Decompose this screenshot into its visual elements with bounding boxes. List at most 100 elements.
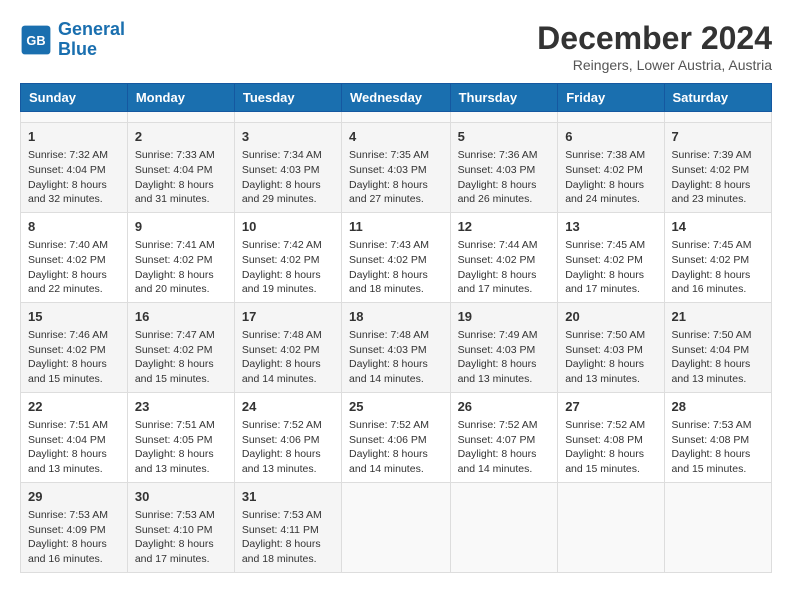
day-number: 25 — [349, 398, 443, 416]
day-number: 6 — [565, 128, 656, 146]
calendar-cell: 15Sunrise: 7:46 AMSunset: 4:02 PMDayligh… — [21, 302, 128, 392]
daylight-text: Daylight: 8 hours and 13 minutes. — [135, 448, 214, 475]
daylight-text: Daylight: 8 hours and 13 minutes. — [565, 358, 644, 385]
sunset-text: Sunset: 4:04 PM — [28, 164, 106, 176]
month-title: December 2024 — [537, 20, 772, 57]
calendar-cell: 22Sunrise: 7:51 AMSunset: 4:04 PMDayligh… — [21, 392, 128, 482]
daylight-text: Daylight: 8 hours and 14 minutes. — [349, 358, 428, 385]
calendar-cell — [127, 112, 234, 123]
day-number: 12 — [458, 218, 551, 236]
logo-icon: GB — [20, 24, 52, 56]
calendar-week-row: 15Sunrise: 7:46 AMSunset: 4:02 PMDayligh… — [21, 302, 772, 392]
sunset-text: Sunset: 4:02 PM — [242, 254, 320, 266]
day-number: 1 — [28, 128, 120, 146]
calendar-cell — [342, 112, 451, 123]
calendar-cell — [450, 112, 558, 123]
calendar-cell: 9Sunrise: 7:41 AMSunset: 4:02 PMDaylight… — [127, 212, 234, 302]
calendar-cell: 24Sunrise: 7:52 AMSunset: 4:06 PMDayligh… — [234, 392, 341, 482]
sunrise-text: Sunrise: 7:45 AM — [565, 239, 645, 251]
day-number: 13 — [565, 218, 656, 236]
daylight-text: Daylight: 8 hours and 13 minutes. — [242, 448, 321, 475]
day-number: 2 — [135, 128, 227, 146]
day-number: 3 — [242, 128, 334, 146]
logo-text: General Blue — [58, 20, 125, 60]
sunrise-text: Sunrise: 7:50 AM — [565, 329, 645, 341]
sunrise-text: Sunrise: 7:38 AM — [565, 149, 645, 161]
day-header-wednesday: Wednesday — [342, 84, 451, 112]
sunrise-text: Sunrise: 7:42 AM — [242, 239, 322, 251]
day-number: 19 — [458, 308, 551, 326]
day-number: 18 — [349, 308, 443, 326]
svg-text:GB: GB — [26, 33, 45, 48]
calendar-cell: 5Sunrise: 7:36 AMSunset: 4:03 PMDaylight… — [450, 123, 558, 213]
daylight-text: Daylight: 8 hours and 13 minutes. — [672, 358, 751, 385]
day-number: 23 — [135, 398, 227, 416]
sunset-text: Sunset: 4:02 PM — [28, 344, 106, 356]
sunset-text: Sunset: 4:07 PM — [458, 434, 536, 446]
day-number: 21 — [672, 308, 764, 326]
calendar-cell — [558, 482, 664, 572]
sunrise-text: Sunrise: 7:53 AM — [242, 509, 322, 521]
sunset-text: Sunset: 4:02 PM — [135, 254, 213, 266]
sunset-text: Sunset: 4:03 PM — [242, 164, 320, 176]
title-section: December 2024 Reingers, Lower Austria, A… — [537, 20, 772, 73]
daylight-text: Daylight: 8 hours and 24 minutes. — [565, 179, 644, 206]
daylight-text: Daylight: 8 hours and 18 minutes. — [242, 538, 321, 565]
calendar-cell: 17Sunrise: 7:48 AMSunset: 4:02 PMDayligh… — [234, 302, 341, 392]
day-number: 11 — [349, 218, 443, 236]
daylight-text: Daylight: 8 hours and 13 minutes. — [28, 448, 107, 475]
calendar-cell — [450, 482, 558, 572]
sunset-text: Sunset: 4:05 PM — [135, 434, 213, 446]
calendar-cell: 20Sunrise: 7:50 AMSunset: 4:03 PMDayligh… — [558, 302, 664, 392]
calendar-table: SundayMondayTuesdayWednesdayThursdayFrid… — [20, 83, 772, 573]
sunset-text: Sunset: 4:08 PM — [565, 434, 643, 446]
sunrise-text: Sunrise: 7:32 AM — [28, 149, 108, 161]
sunrise-text: Sunrise: 7:50 AM — [672, 329, 752, 341]
sunset-text: Sunset: 4:04 PM — [28, 434, 106, 446]
day-header-tuesday: Tuesday — [234, 84, 341, 112]
daylight-text: Daylight: 8 hours and 27 minutes. — [349, 179, 428, 206]
daylight-text: Daylight: 8 hours and 23 minutes. — [672, 179, 751, 206]
calendar-cell: 29Sunrise: 7:53 AMSunset: 4:09 PMDayligh… — [21, 482, 128, 572]
logo-line1: General — [58, 19, 125, 39]
day-header-friday: Friday — [558, 84, 664, 112]
day-header-thursday: Thursday — [450, 84, 558, 112]
calendar-cell — [664, 482, 771, 572]
sunset-text: Sunset: 4:02 PM — [349, 254, 427, 266]
day-number: 16 — [135, 308, 227, 326]
sunset-text: Sunset: 4:02 PM — [135, 344, 213, 356]
sunrise-text: Sunrise: 7:52 AM — [565, 419, 645, 431]
daylight-text: Daylight: 8 hours and 16 minutes. — [672, 269, 751, 296]
sunrise-text: Sunrise: 7:51 AM — [135, 419, 215, 431]
daylight-text: Daylight: 8 hours and 22 minutes. — [28, 269, 107, 296]
sunset-text: Sunset: 4:03 PM — [458, 344, 536, 356]
sunrise-text: Sunrise: 7:47 AM — [135, 329, 215, 341]
day-header-sunday: Sunday — [21, 84, 128, 112]
calendar-cell: 13Sunrise: 7:45 AMSunset: 4:02 PMDayligh… — [558, 212, 664, 302]
calendar-cell: 11Sunrise: 7:43 AMSunset: 4:02 PMDayligh… — [342, 212, 451, 302]
day-number: 22 — [28, 398, 120, 416]
sunrise-text: Sunrise: 7:35 AM — [349, 149, 429, 161]
daylight-text: Daylight: 8 hours and 20 minutes. — [135, 269, 214, 296]
sunrise-text: Sunrise: 7:34 AM — [242, 149, 322, 161]
logo: GB General Blue — [20, 20, 125, 60]
calendar-cell: 27Sunrise: 7:52 AMSunset: 4:08 PMDayligh… — [558, 392, 664, 482]
sunset-text: Sunset: 4:02 PM — [672, 164, 750, 176]
calendar-cell: 6Sunrise: 7:38 AMSunset: 4:02 PMDaylight… — [558, 123, 664, 213]
calendar-cell: 10Sunrise: 7:42 AMSunset: 4:02 PMDayligh… — [234, 212, 341, 302]
sunset-text: Sunset: 4:02 PM — [458, 254, 536, 266]
calendar-week-row — [21, 112, 772, 123]
sunset-text: Sunset: 4:09 PM — [28, 524, 106, 536]
sunset-text: Sunset: 4:04 PM — [135, 164, 213, 176]
sunrise-text: Sunrise: 7:43 AM — [349, 239, 429, 251]
calendar-cell: 1Sunrise: 7:32 AMSunset: 4:04 PMDaylight… — [21, 123, 128, 213]
daylight-text: Daylight: 8 hours and 15 minutes. — [672, 448, 751, 475]
daylight-text: Daylight: 8 hours and 14 minutes. — [349, 448, 428, 475]
day-number: 17 — [242, 308, 334, 326]
daylight-text: Daylight: 8 hours and 14 minutes. — [458, 448, 537, 475]
page-header: GB General Blue December 2024 Reingers, … — [20, 20, 772, 73]
calendar-cell: 3Sunrise: 7:34 AMSunset: 4:03 PMDaylight… — [234, 123, 341, 213]
calendar-cell: 14Sunrise: 7:45 AMSunset: 4:02 PMDayligh… — [664, 212, 771, 302]
day-number: 10 — [242, 218, 334, 236]
day-header-saturday: Saturday — [664, 84, 771, 112]
